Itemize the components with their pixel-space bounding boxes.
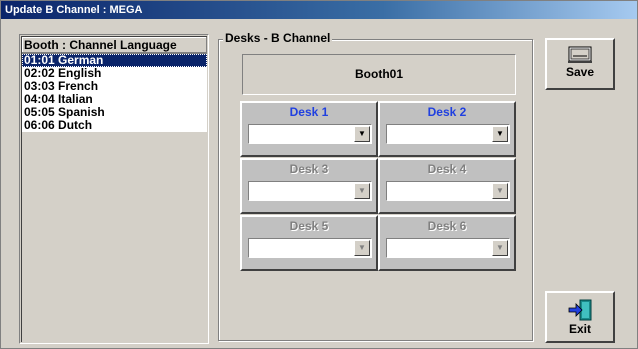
dropdown-arrow-icon: ▼ bbox=[354, 183, 370, 199]
save-button-label: Save bbox=[565, 65, 595, 79]
exit-button-label: Exit bbox=[568, 322, 591, 336]
dropdown-arrow-icon[interactable]: ▼ bbox=[354, 126, 370, 142]
save-button[interactable]: Save bbox=[545, 38, 615, 90]
desk-5-panel: Desk 5 ▼ bbox=[240, 215, 378, 271]
exit-door-icon bbox=[568, 299, 592, 321]
booth-name-display: Booth01 bbox=[242, 54, 516, 95]
list-inner: Booth : Channel Language 01:01 German 02… bbox=[21, 36, 207, 342]
update-b-channel-window: Update B Channel : MEGA Booth : Channel … bbox=[0, 0, 638, 349]
dropdown-arrow-icon: ▼ bbox=[492, 183, 508, 199]
desk-6-label: Desk 6 bbox=[427, 219, 467, 233]
desk-5-select: ▼ bbox=[248, 238, 372, 258]
desk-4-panel: Desk 4 ▼ bbox=[378, 158, 516, 214]
list-item[interactable]: 06:06 Dutch bbox=[22, 119, 207, 132]
desk-6-select: ▼ bbox=[386, 238, 510, 258]
desk-4-select: ▼ bbox=[386, 181, 510, 201]
desk-2-panel: Desk 2 ▼ bbox=[378, 101, 516, 157]
desk-3-select: ▼ bbox=[248, 181, 372, 201]
desk-1-panel: Desk 1 ▼ bbox=[240, 101, 378, 157]
title-bar[interactable]: Update B Channel : MEGA bbox=[1, 1, 637, 19]
keyboard-icon bbox=[568, 46, 592, 63]
dropdown-arrow-icon[interactable]: ▼ bbox=[492, 126, 508, 142]
desk-5-label: Desk 5 bbox=[289, 219, 329, 233]
desk-3-label: Desk 3 bbox=[289, 162, 329, 176]
desk-2-select[interactable]: ▼ bbox=[386, 124, 510, 144]
dropdown-arrow-icon: ▼ bbox=[492, 240, 508, 256]
booth-language-list[interactable]: Booth : Channel Language 01:01 German 02… bbox=[19, 34, 209, 344]
dropdown-arrow-icon: ▼ bbox=[354, 240, 370, 256]
desk-4-label: Desk 4 bbox=[427, 162, 467, 176]
desk-2-label: Desk 2 bbox=[427, 105, 467, 119]
list-body: 01:01 German 02:02 English 03:03 French … bbox=[22, 54, 207, 132]
exit-button[interactable]: Exit bbox=[545, 291, 615, 343]
desks-group-legend: Desks - B Channel bbox=[223, 30, 333, 46]
desk-6-panel: Desk 6 ▼ bbox=[378, 215, 516, 271]
window-title: Update B Channel : MEGA bbox=[5, 4, 143, 16]
desk-1-select[interactable]: ▼ bbox=[248, 124, 372, 144]
desk-1-label: Desk 1 bbox=[289, 105, 329, 119]
desk-3-panel: Desk 3 ▼ bbox=[240, 158, 378, 214]
list-header[interactable]: Booth : Channel Language bbox=[22, 37, 207, 54]
